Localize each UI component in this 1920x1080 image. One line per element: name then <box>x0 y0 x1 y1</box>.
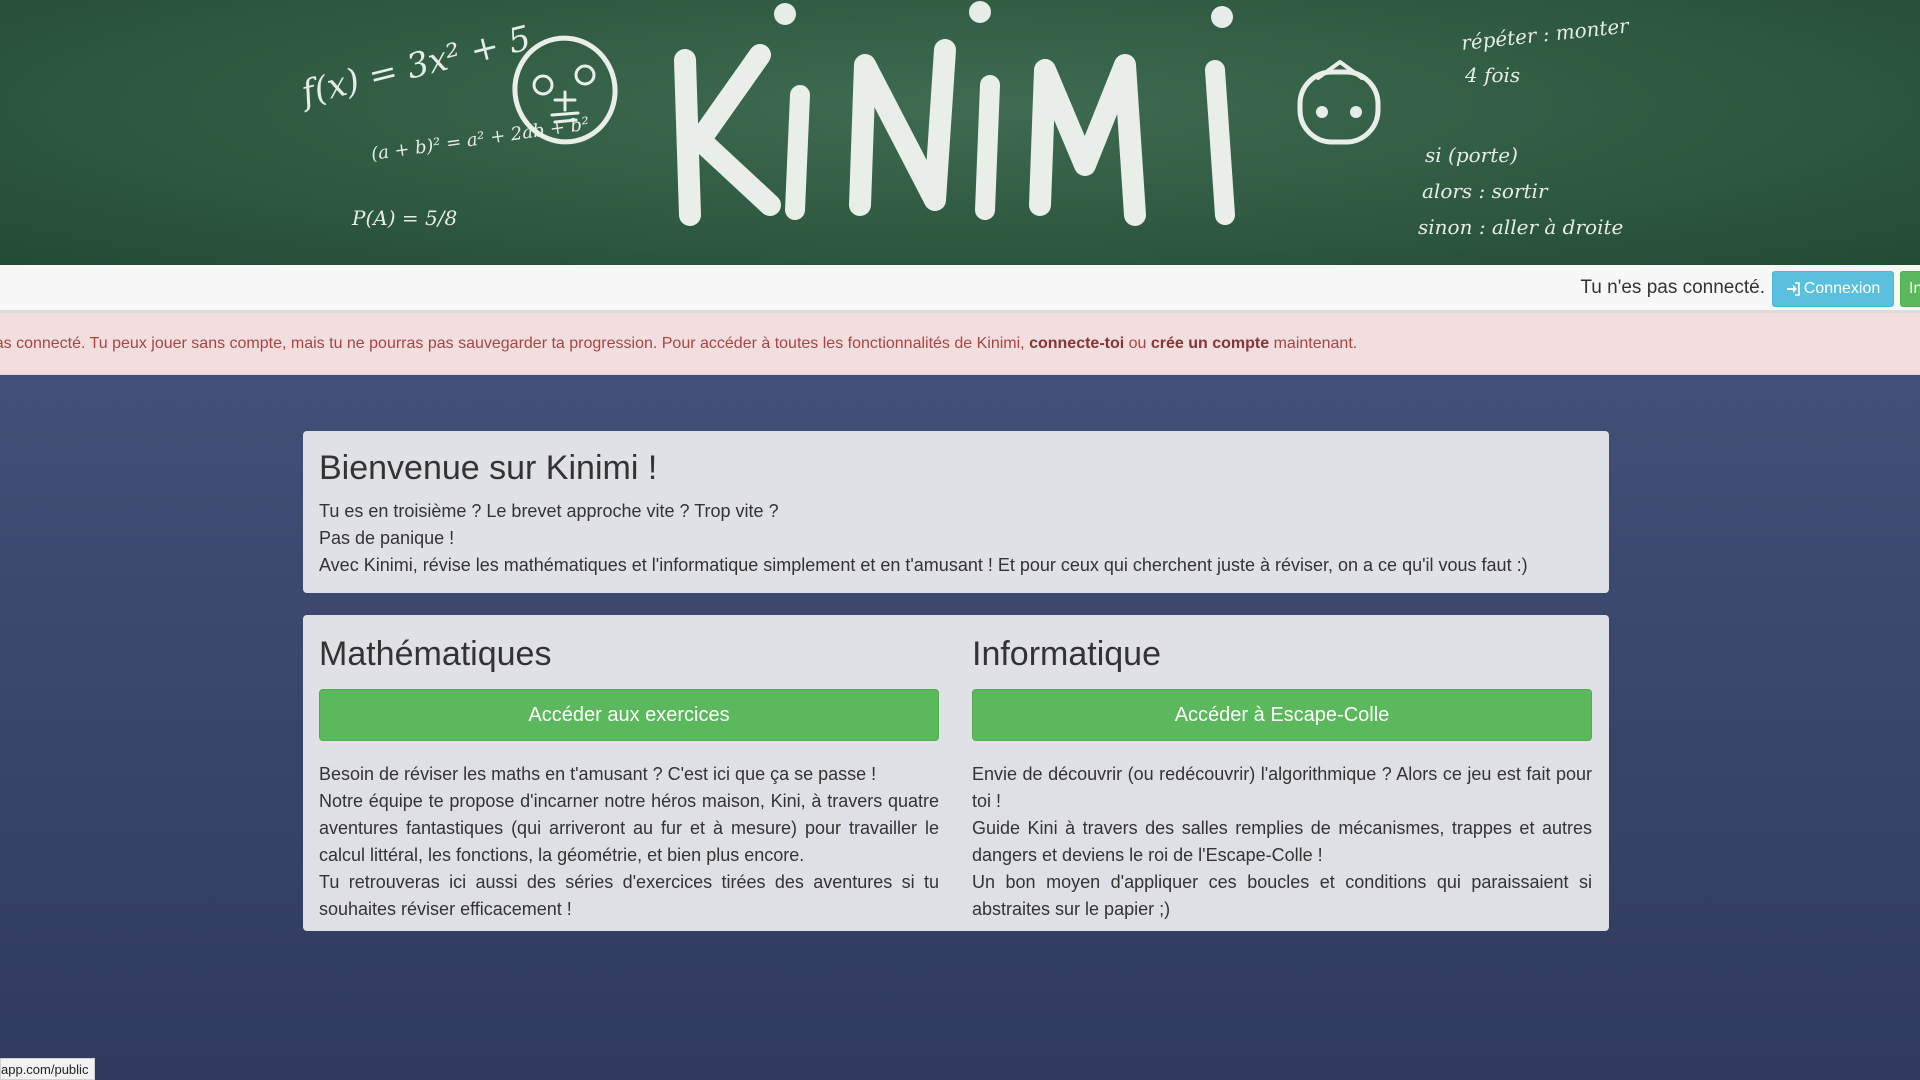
info-paragraph-3: Un bon moyen d'appliquer ces boucles et … <box>972 872 1592 919</box>
login-button-label: Connexion <box>1803 280 1881 297</box>
welcome-line-3: Avec Kinimi, révise les mathématiques et… <box>319 555 1528 575</box>
algo-line-4: alors : sortir <box>1422 179 1549 203</box>
alert-link-create-account[interactable]: crée un compte <box>1151 335 1269 352</box>
welcome-line-2: Pas de panique ! <box>319 528 455 548</box>
math-paragraph-2: Notre équipe te propose d'incarner notre… <box>319 791 939 865</box>
algo-line-3: si (porte) <box>1425 143 1518 167</box>
info-section: Informatique Accéder à Escape-Colle Envi… <box>972 615 1592 923</box>
alert-text-after: maintenant. <box>1269 335 1358 352</box>
math-paragraph-1: Besoin de réviser les maths en t'amusant… <box>319 764 877 784</box>
alert-text-before: Tu n'es pas connecté. Tu peux jouer sans… <box>0 335 1030 352</box>
sections-panel: Mathématiques Accéder aux exercices Beso… <box>303 615 1609 931</box>
math-title: Mathématiques <box>319 635 552 673</box>
signup-button[interactable]: Inscription <box>1900 271 1920 307</box>
math-exercises-button[interactable]: Accéder aux exercices <box>319 689 939 741</box>
not-logged-in-alert: Tu n'es pas connecté. Tu peux jouer sans… <box>0 313 1920 375</box>
kinimi-logo <box>674 1 1235 226</box>
algo-line-5: sinon : aller à droite <box>1418 215 1623 239</box>
login-button[interactable]: Connexion <box>1772 271 1894 307</box>
escape-colle-button[interactable]: Accéder à Escape-Colle <box>972 689 1592 741</box>
formula-1: f(x) = 3x² + 5 <box>295 18 535 114</box>
chalk-face-right <box>1297 60 1381 145</box>
info-paragraph-2: Guide Kini à travers des salles remplies… <box>972 818 1592 865</box>
formula-3: P(A) = 5/8 <box>351 206 457 230</box>
top-navbar: Tu n'es pas connecté. Connexion Inscript… <box>0 265 1920 313</box>
info-description: Envie de découvrir (ou redécouvrir) l'al… <box>972 761 1592 923</box>
welcome-panel: Bienvenue sur Kinimi ! Tu es en troisièm… <box>303 431 1609 593</box>
chalkboard-banner: f(x) = 3x² + 5 (a + b)² = a² + 2ab + b² … <box>0 0 1920 265</box>
math-description: Besoin de réviser les maths en t'amusant… <box>319 761 939 923</box>
signup-button-label: Inscription <box>1909 280 1920 297</box>
login-status-text: Tu n'es pas connecté. <box>1580 277 1765 298</box>
alert-text-or: ou <box>1124 335 1151 352</box>
alert-link-connect[interactable]: connecte-toi <box>1029 335 1124 352</box>
math-paragraph-3: Tu retrouveras ici aussi des séries d'ex… <box>319 872 939 919</box>
info-paragraph-1: Envie de découvrir (ou redécouvrir) l'al… <box>972 764 1592 811</box>
algo-line-2: 4 fois <box>1464 63 1520 87</box>
info-title: Informatique <box>972 635 1161 673</box>
login-icon <box>1786 282 1800 296</box>
welcome-line-1: Tu es en troisième ? Le brevet approche … <box>319 501 779 521</box>
algo-line-1: répéter : monter <box>1460 13 1631 55</box>
welcome-title: Bienvenue sur Kinimi ! <box>319 449 658 487</box>
link-url-tooltip: app.com/public <box>0 1058 96 1080</box>
chalkboard-illustration: f(x) = 3x² + 5 (a + b)² = a² + 2ab + b² … <box>295 1 1631 239</box>
math-section: Mathématiques Accéder aux exercices Beso… <box>319 615 939 923</box>
